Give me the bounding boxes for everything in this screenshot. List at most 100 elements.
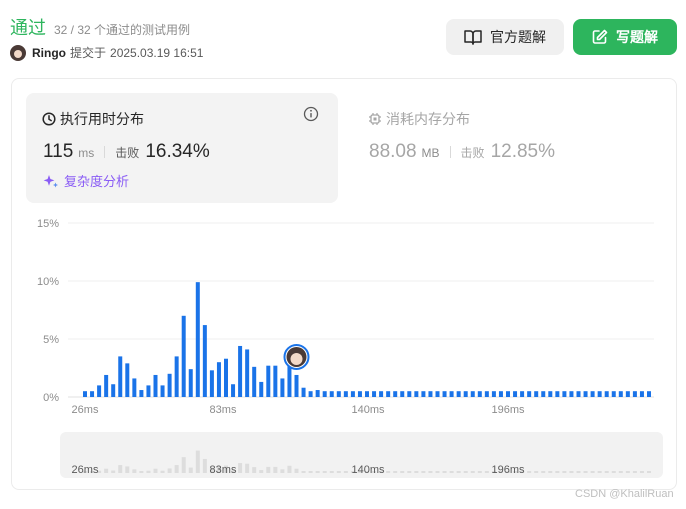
- runtime-distribution-chart: 15% 10% 5% 0% 26ms 83ms 140ms 196ms 26ms 83ms 140m…: [37, 218, 654, 476]
- chart-bar: [308, 391, 313, 397]
- x-tick-label: 83ms: [210, 404, 237, 416]
- chart-bar: [639, 391, 644, 397]
- chart-bar: [597, 391, 602, 397]
- navigator-bar: [301, 471, 306, 473]
- navigator-bar: [287, 465, 292, 473]
- chart-bar: [534, 391, 539, 397]
- chart-bar: [484, 391, 489, 397]
- navigator-bar: [125, 466, 130, 473]
- navigator-bar: [632, 471, 637, 473]
- chart-bar: [379, 391, 384, 397]
- navigator-bar: [484, 471, 489, 473]
- navigator-bar: [456, 471, 461, 473]
- navigator-bar: [548, 471, 553, 473]
- x-tick-label: 140ms: [351, 404, 385, 416]
- navigator-bar: [153, 468, 158, 473]
- official-solution-label: 官方题解: [490, 29, 546, 45]
- chart-bar: [449, 391, 454, 397]
- navigator-bar: [435, 471, 440, 473]
- status-line: 通过 32 / 32 个通过的测试用例: [10, 14, 190, 40]
- navigator-bar: [625, 471, 630, 473]
- chart-bar: [216, 362, 221, 397]
- navigator-bar: [555, 471, 560, 473]
- write-solution-button[interactable]: 写题解: [573, 19, 677, 55]
- chart-bar: [160, 385, 165, 397]
- navigator-bar: [590, 471, 595, 473]
- chart-bar: [280, 378, 285, 397]
- chart-bar: [209, 370, 214, 397]
- navigator-bar: [315, 471, 320, 473]
- navigator-bar: [449, 471, 454, 473]
- chart-bar: [188, 369, 193, 397]
- navigator-bar: [400, 471, 405, 473]
- chart-bar: [527, 391, 532, 397]
- chart-bar: [245, 349, 250, 397]
- submission-page: 通过 32 / 32 个通过的测试用例 Ringo 提交于 2025.03.19…: [0, 0, 686, 509]
- chart-bar: [421, 391, 426, 397]
- chart-bar: [181, 315, 186, 397]
- chart-bar: [611, 391, 616, 397]
- y-tick-label: 10%: [37, 276, 59, 288]
- official-solution-button[interactable]: 官方题解: [446, 19, 564, 55]
- navigator-bar: [167, 468, 172, 473]
- navigator-bar: [421, 471, 426, 473]
- chart-bar: [569, 391, 574, 397]
- x-tick-label: 196ms: [491, 404, 525, 416]
- chart-bar: [139, 390, 144, 397]
- navigator-bar: [273, 466, 278, 473]
- chart-bar: [125, 363, 130, 397]
- navigator-bar: [477, 471, 482, 473]
- chart-bar: [273, 365, 278, 397]
- chart-bar: [456, 391, 461, 397]
- chart-bar: [259, 381, 264, 397]
- chart-bar: [548, 391, 553, 397]
- navigator-bar: [407, 471, 412, 473]
- navigator-bar: [414, 471, 419, 473]
- navigator-bar: [576, 471, 581, 473]
- navigator-bar: [259, 470, 264, 473]
- chart-bar: [238, 345, 243, 397]
- navigator-bar: [534, 471, 539, 473]
- result-card: 执行用时分布 115 ms 击败 16.34% 复杂度分析 消耗内存分布 88.…: [11, 78, 677, 490]
- chart-bar: [632, 391, 637, 397]
- chart-bar: [442, 391, 447, 397]
- chart-bar: [435, 391, 440, 397]
- navigator-bar: [294, 468, 299, 473]
- author-name[interactable]: Ringo: [32, 46, 66, 60]
- submitted-label: 提交于: [70, 46, 107, 60]
- navigator-bar: [252, 467, 257, 473]
- chart-bar: [506, 391, 510, 397]
- navigator-bar: [463, 471, 468, 473]
- chart-bar: [414, 391, 419, 397]
- chart-bar: [562, 391, 567, 397]
- navigator-bar: [160, 470, 165, 473]
- status-pass: 通过: [10, 18, 46, 38]
- chart-bar: [400, 391, 405, 397]
- navigator-tick-label: 26ms: [72, 464, 99, 476]
- navigator-bar: [583, 471, 588, 473]
- chart-bar: [463, 391, 468, 397]
- navigator-bar: [132, 469, 137, 473]
- chart-bar: [350, 391, 355, 397]
- chart-bar: [513, 391, 518, 397]
- chart-bar: [83, 391, 87, 397]
- y-tick-label: 0%: [43, 392, 59, 404]
- navigator-bar: [308, 471, 313, 473]
- chart-bar: [167, 373, 172, 397]
- chart-bar: [146, 385, 151, 397]
- navigator-bar: [562, 471, 567, 473]
- chart-bar: [576, 391, 581, 397]
- navigator-bar: [527, 471, 532, 473]
- navigator-bar: [336, 471, 341, 473]
- avatar[interactable]: [10, 44, 26, 61]
- navigator-bar: [647, 471, 651, 473]
- navigator-bar: [280, 469, 285, 473]
- y-tick-label: 15%: [37, 218, 59, 230]
- chart-bar: [294, 374, 299, 397]
- chart-bar: [90, 391, 95, 397]
- navigator-bar: [393, 471, 398, 473]
- chart-bar: [224, 358, 228, 397]
- navigator-bar: [188, 467, 193, 473]
- navigator-tick-label: 83ms: [210, 464, 237, 476]
- navigator-bar: [639, 471, 644, 473]
